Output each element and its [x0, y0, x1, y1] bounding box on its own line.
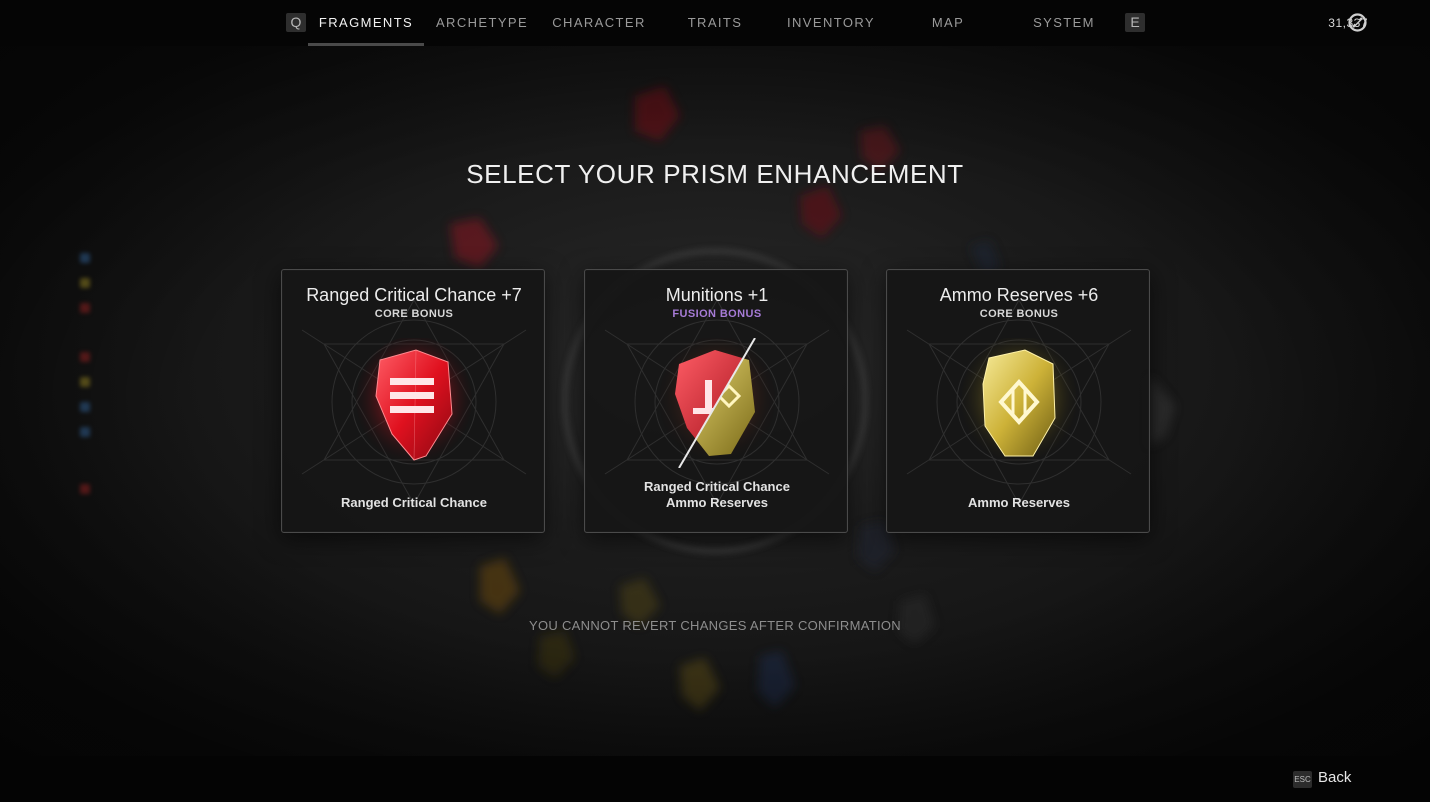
- prism-enhancement-scene: SELECT YOUR PRISM ENHANCEMENT Ranged Cri…: [0, 46, 1430, 756]
- next-tab-key-hint[interactable]: E: [1125, 13, 1145, 32]
- bottom-action-bar: ESC Back: [0, 756, 1430, 802]
- tab-system[interactable]: SYSTEM: [1024, 0, 1104, 46]
- tab-fragments[interactable]: FRAGMENTS: [308, 0, 424, 46]
- back-button[interactable]: Back: [1318, 769, 1351, 786]
- top-navigation-bar: Q FRAGMENTS ARCHETYPE CHARACTER TRAITS I…: [0, 0, 1430, 46]
- affected-stat: Ammo Reserves: [968, 495, 1070, 510]
- bonus-type-label: FUSION BONUS: [672, 308, 762, 320]
- esc-key-hint[interactable]: ESC: [1293, 771, 1312, 788]
- tab-traits[interactable]: TRAITS: [665, 0, 765, 46]
- tab-archetype[interactable]: ARCHETYPE: [428, 0, 536, 46]
- affected-stat: Ammo Reserves: [666, 495, 768, 510]
- enhancement-card-ammo-reserves[interactable]: Ammo Reserves +6 CORE BONUS Ammo Reserve…: [886, 269, 1150, 533]
- affected-stat: Ranged Critical Chance: [341, 495, 487, 510]
- tab-character[interactable]: CHARACTER: [545, 0, 653, 46]
- affected-stat: Ranged Critical Chance: [644, 479, 790, 494]
- tab-inventory[interactable]: INVENTORY: [779, 0, 883, 46]
- enhancement-card-ranged-critical-chance[interactable]: Ranged Critical Chance +7 CORE BONUS Ran…: [281, 269, 545, 533]
- scrap-currency-icon: [1348, 13, 1367, 32]
- card-title: Munitions +1: [665, 285, 769, 305]
- tab-map[interactable]: MAP: [910, 0, 986, 46]
- red-fragment-gem-icon: [356, 338, 472, 464]
- confirmation-warning: YOU CANNOT REVERT CHANGES AFTER CONFIRMA…: [529, 618, 901, 633]
- bonus-type-label: CORE BONUS: [374, 308, 454, 320]
- red-yellow-fusion-gem-icon: [659, 338, 775, 468]
- enhancement-card-munitions[interactable]: Munitions +1 FUSION BONUS Ranged Critica…: [584, 269, 848, 533]
- page-title: SELECT YOUR PRISM ENHANCEMENT: [466, 159, 964, 189]
- bonus-type-label: CORE BONUS: [979, 308, 1059, 320]
- card-title: Ranged Critical Chance +7: [306, 285, 522, 305]
- yellow-fragment-gem-icon: [961, 338, 1077, 464]
- prev-tab-key-hint[interactable]: Q: [286, 13, 306, 32]
- card-title: Ammo Reserves +6: [939, 285, 1099, 305]
